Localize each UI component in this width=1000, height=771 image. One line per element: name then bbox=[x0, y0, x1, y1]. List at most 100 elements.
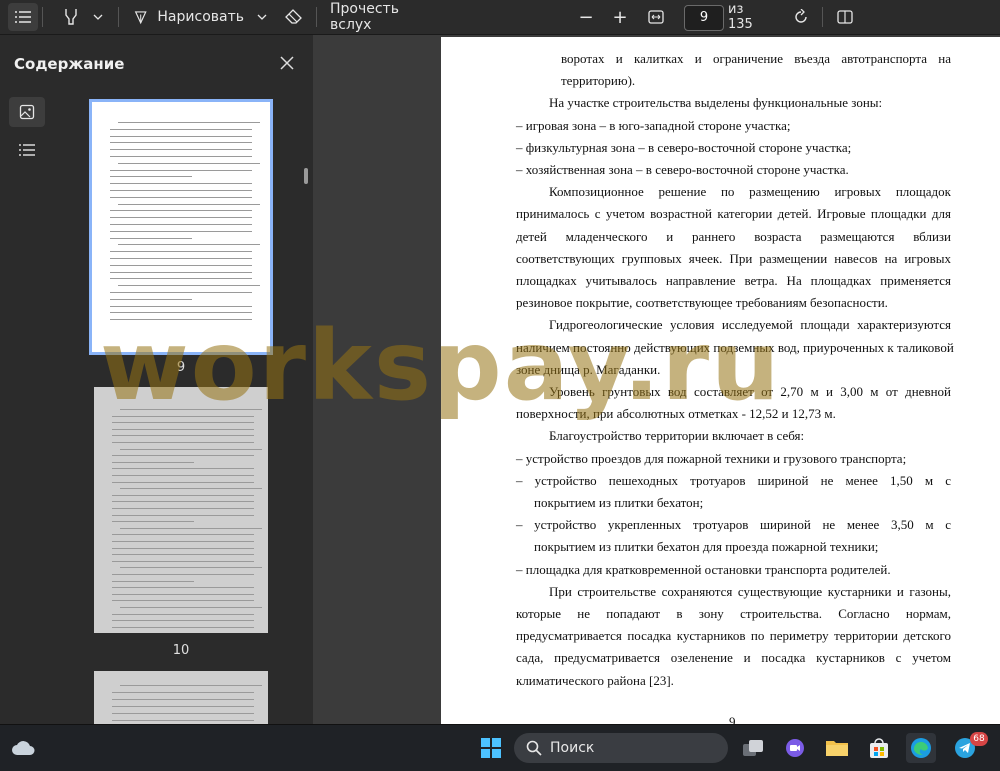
pdf-toolbar: Нарисовать Прочесть вслух − + 9 из 135 bbox=[0, 0, 1000, 35]
thumbnail-text-line bbox=[112, 494, 254, 496]
contents-sidebar: Содержание 9 10 bbox=[0, 35, 313, 724]
thumbnail-text-line bbox=[112, 580, 194, 582]
rotate-button[interactable] bbox=[788, 3, 814, 31]
text-line: Гидрогеологические условия исследуемой п… bbox=[549, 317, 951, 333]
close-icon bbox=[280, 56, 294, 70]
thumbnail-text-line bbox=[118, 162, 260, 164]
document-viewer: 9 воротах и калитках и ограничение въезд… bbox=[313, 35, 1000, 724]
thumbnail-text-line bbox=[112, 521, 194, 523]
thumbnail-text-line bbox=[120, 409, 262, 410]
page-thumbnail-11[interactable] bbox=[94, 671, 268, 724]
close-sidebar-button[interactable] bbox=[276, 52, 298, 74]
thumbnail-text-line bbox=[112, 455, 254, 457]
thumbnail-text-line bbox=[118, 122, 260, 123]
tab-thumbnails[interactable] bbox=[9, 97, 45, 127]
thumbnail-scrollbar[interactable] bbox=[304, 168, 308, 184]
page-number-input[interactable]: 9 bbox=[684, 5, 724, 31]
text-line: резиновое покрытие, соответствующее треб… bbox=[516, 295, 888, 311]
task-view-icon bbox=[743, 740, 763, 756]
task-view-button[interactable] bbox=[738, 733, 768, 763]
zoom-in-button[interactable]: + bbox=[608, 3, 632, 31]
thumbnail-text-line bbox=[112, 435, 254, 437]
toolbar-divider bbox=[118, 7, 119, 27]
list-icon bbox=[19, 144, 35, 156]
start-button[interactable] bbox=[476, 733, 506, 763]
plus-icon: + bbox=[612, 6, 628, 28]
draw-button[interactable]: Нарисовать bbox=[134, 3, 244, 31]
read-aloud-button[interactable]: Прочесть вслух bbox=[330, 1, 440, 33]
edge-browser-icon bbox=[911, 738, 931, 758]
highlight-dropdown[interactable] bbox=[88, 3, 108, 31]
page-thumbnail-9[interactable] bbox=[89, 99, 273, 355]
notification-badge: 68 bbox=[970, 732, 988, 746]
draw-dropdown[interactable] bbox=[252, 3, 272, 31]
text-line: детей младенческого и раннего возраста р… bbox=[516, 228, 951, 244]
thumbnail-text-line bbox=[112, 587, 254, 589]
thumbnail-text-line bbox=[112, 442, 254, 443]
file-explorer-app[interactable] bbox=[822, 733, 852, 763]
thumbnail-text-line bbox=[110, 312, 252, 314]
taskbar: Поиск 68 bbox=[0, 724, 1000, 771]
meet-app[interactable] bbox=[780, 733, 810, 763]
thumbnail-text-line bbox=[110, 237, 192, 239]
contents-toggle-button[interactable] bbox=[8, 3, 38, 31]
thumbnail-text-line bbox=[110, 169, 252, 171]
text-line: – устройство проездов для пожарной техни… bbox=[516, 450, 907, 466]
highlighter-icon bbox=[65, 9, 77, 25]
thumbnail-text-line bbox=[110, 278, 252, 280]
thumbnail-label: 9 bbox=[176, 360, 186, 375]
page-view-button[interactable] bbox=[832, 3, 858, 31]
eraser-icon bbox=[285, 9, 302, 24]
text-line: предусматривается посадка кустарников по… bbox=[516, 628, 951, 644]
thumbnail-text-line bbox=[110, 176, 192, 178]
thumbnail-text-line bbox=[112, 534, 254, 536]
zoom-out-button[interactable]: − bbox=[574, 3, 598, 31]
thumbnail-text-line bbox=[112, 600, 254, 602]
tab-outline[interactable] bbox=[9, 135, 45, 165]
eraser-button[interactable] bbox=[280, 3, 308, 31]
thumbnail-text-line bbox=[112, 699, 254, 700]
thumbnail-text-line bbox=[112, 501, 254, 503]
store-icon bbox=[870, 738, 888, 758]
thumbnail-text-line bbox=[120, 527, 262, 529]
text-line: – устройство пешеходных тротуаров ширино… bbox=[516, 472, 951, 488]
list-icon bbox=[15, 11, 31, 23]
text-line: площадках учитывалось направление ветра.… bbox=[516, 273, 951, 288]
fit-width-icon bbox=[648, 10, 664, 24]
windows-icon bbox=[481, 738, 501, 758]
pen-icon bbox=[134, 11, 147, 25]
thumbnail-text-line bbox=[120, 567, 262, 569]
text-line: климатического района [23]. bbox=[516, 672, 674, 688]
thumbnail-text-line bbox=[118, 203, 260, 205]
fit-width-button[interactable] bbox=[644, 3, 668, 31]
toolbar-divider bbox=[316, 7, 317, 27]
text-line: Благоустройство территории включает в се… bbox=[549, 428, 805, 444]
thumbnail-text-line bbox=[120, 607, 262, 608]
chevron-down-icon bbox=[257, 14, 267, 20]
thumbnail-text-line bbox=[110, 298, 192, 300]
store-app[interactable] bbox=[864, 733, 894, 763]
thumbnail-text-line bbox=[110, 224, 252, 225]
sidebar-title: Содержание bbox=[14, 55, 125, 73]
text-line: зоне днища р. Магаданки. bbox=[516, 361, 661, 377]
page-thumbnail-10[interactable] bbox=[94, 387, 268, 633]
thumbnail-text-line bbox=[110, 230, 252, 232]
toolbar-divider bbox=[822, 7, 823, 27]
weather-widget[interactable] bbox=[8, 733, 38, 763]
taskbar-search[interactable]: Поиск bbox=[514, 733, 728, 763]
text-line: поверхности, при абсолютных отметках - 1… bbox=[516, 406, 836, 422]
highlight-button[interactable] bbox=[56, 3, 86, 31]
thumbnail-text-line bbox=[112, 560, 254, 562]
thumbnail-text-line bbox=[112, 626, 254, 628]
thumbnail-text-line bbox=[110, 128, 252, 130]
thumbnail-text-line bbox=[118, 285, 260, 287]
thumbnail-text-line bbox=[112, 713, 254, 714]
text-line: Композиционное решение по размещению игр… bbox=[549, 184, 951, 200]
thumbnail-text-line bbox=[112, 547, 254, 549]
thumbnail-text-line bbox=[112, 428, 254, 430]
edge-app[interactable] bbox=[906, 733, 936, 763]
thumbnail-text-line bbox=[112, 620, 254, 622]
thumbnail-label: 10 bbox=[172, 643, 190, 658]
thumbnail-text-line bbox=[112, 541, 254, 542]
thumbnail-text-line bbox=[110, 196, 252, 198]
